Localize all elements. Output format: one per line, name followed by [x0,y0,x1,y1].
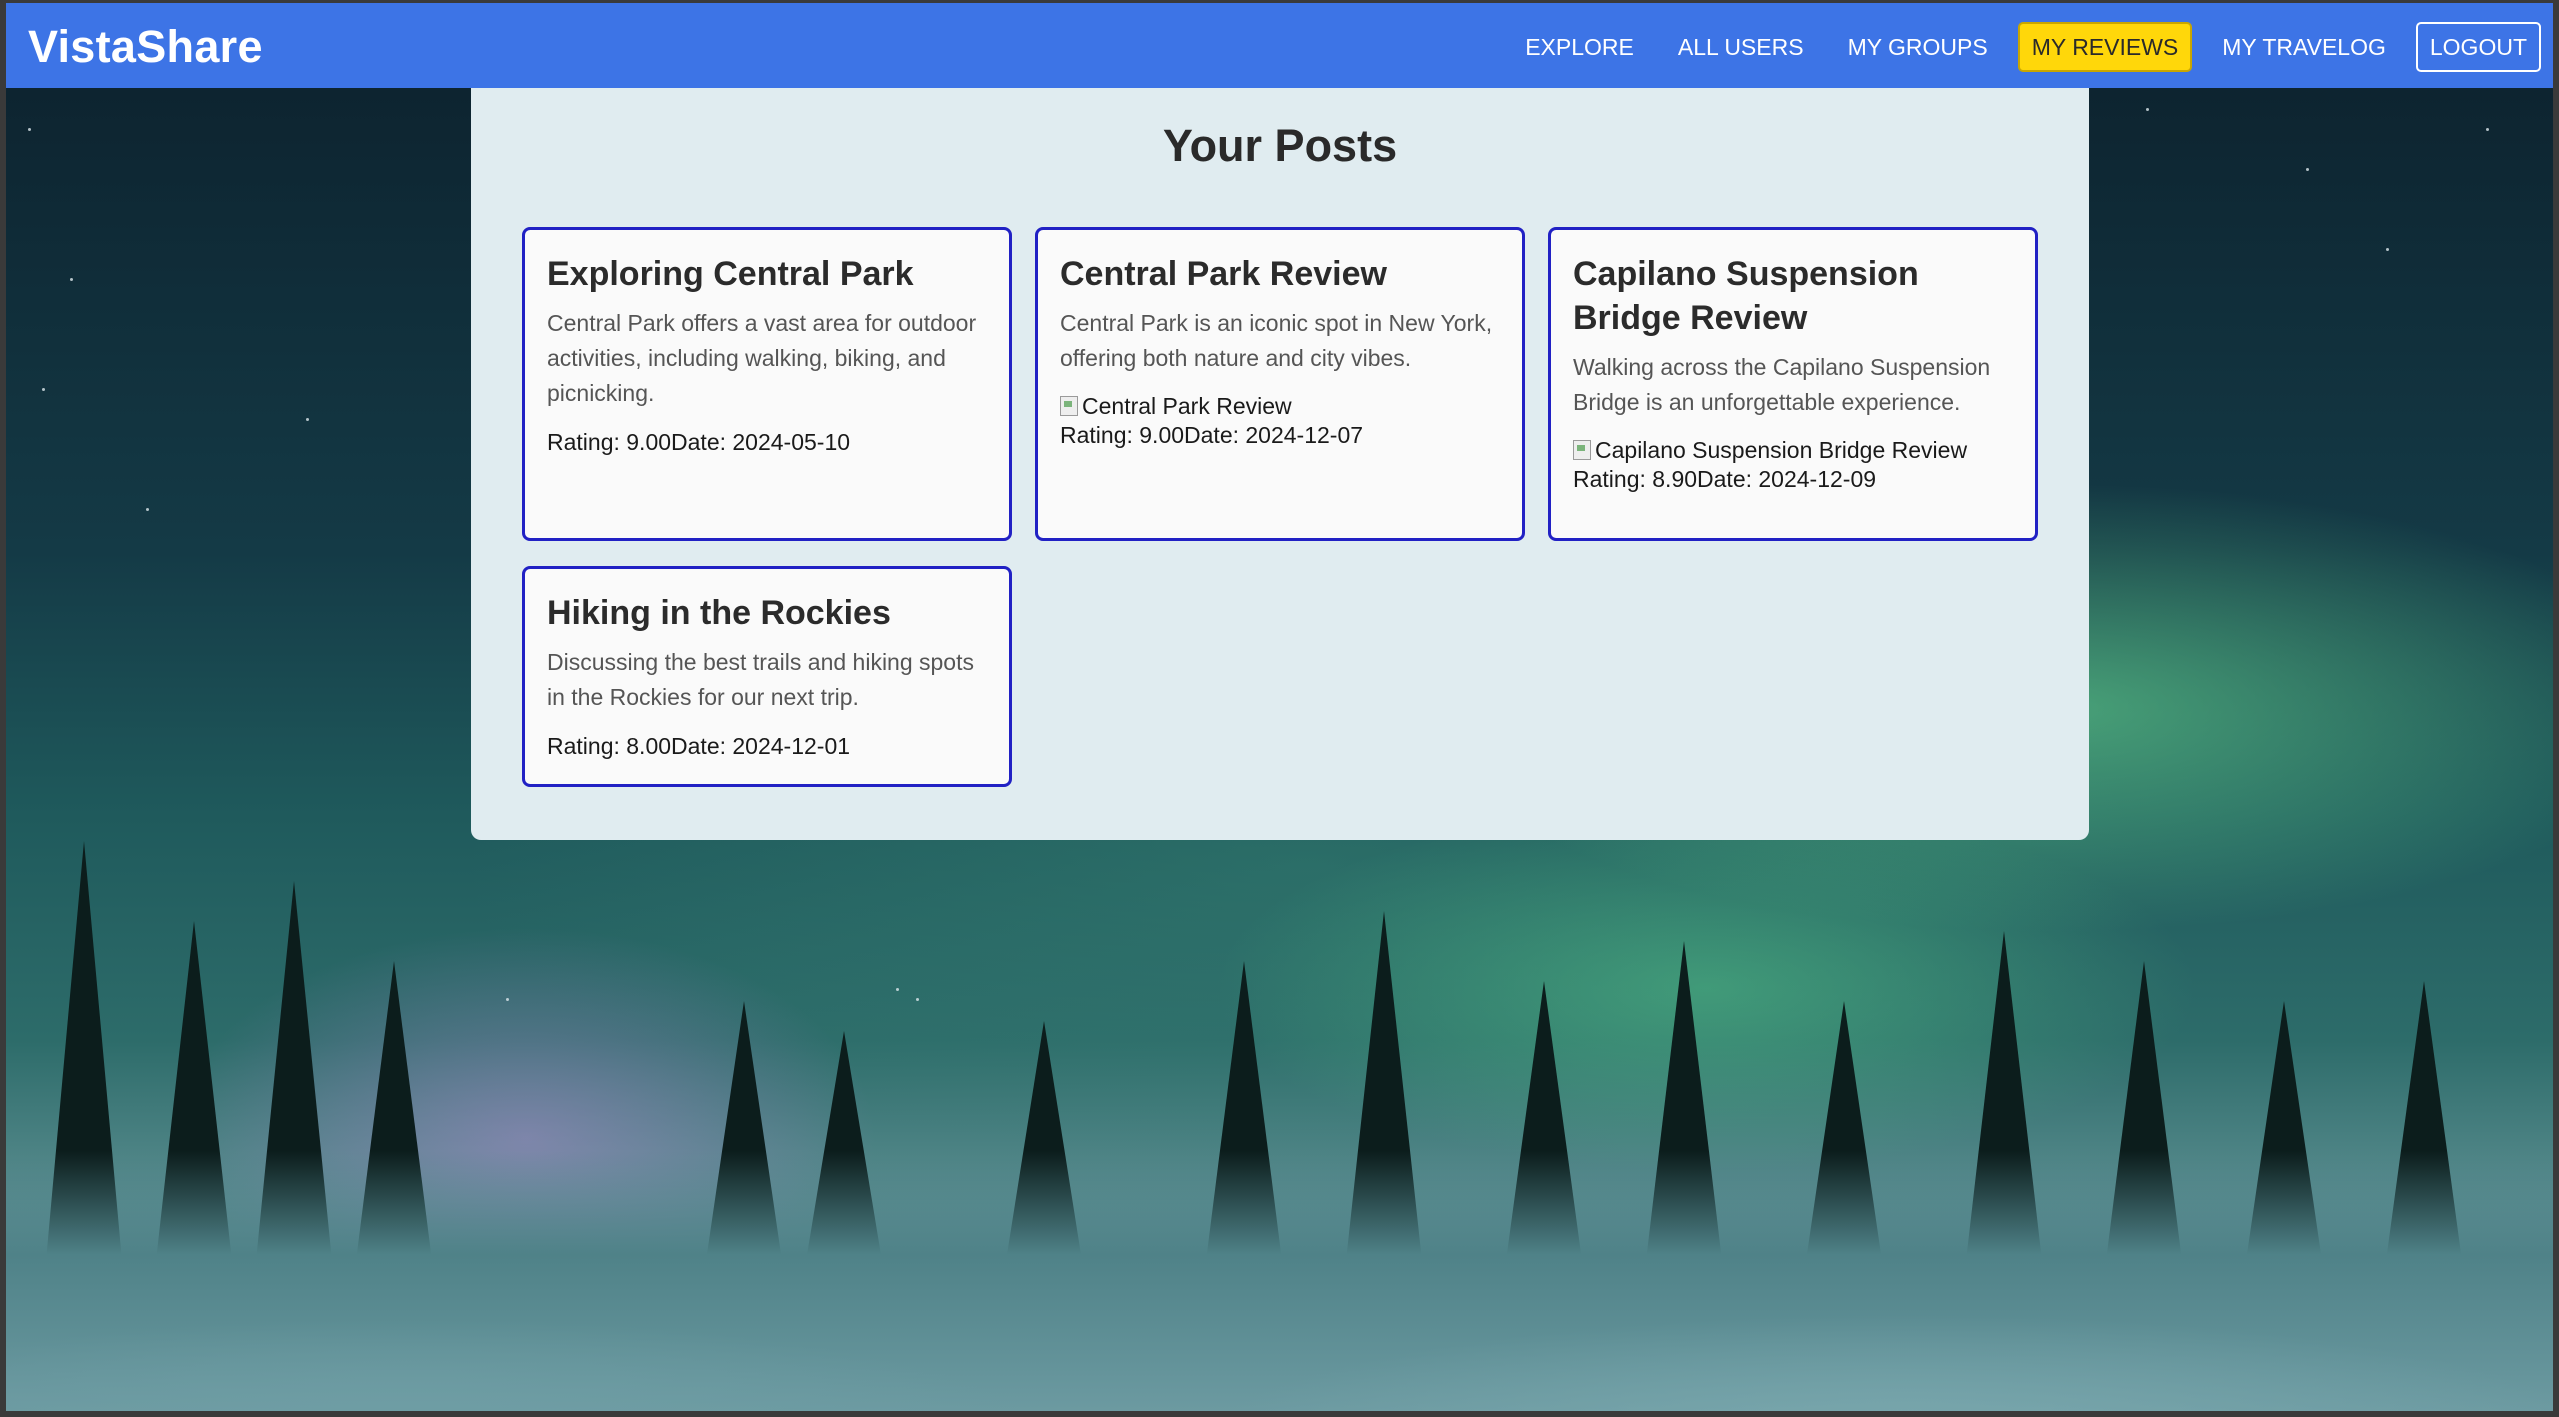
nav-all-users[interactable]: ALL USERS [1664,22,1818,72]
post-title: Central Park Review [1060,255,1387,293]
post-image: Central Park Review [1060,392,1500,420]
nav-my-groups[interactable]: MY GROUPS [1834,22,2002,72]
post-title: Capilano Suspension Bridge Review [1573,255,1919,337]
post-card[interactable]: Exploring Central Park Central Park offe… [522,227,1012,541]
post-meta: Rating: 8.00Date: 2024-12-01 [547,731,987,761]
app-window: VistaShare EXPLORE ALL USERS MY GROUPS M… [0,0,2559,1417]
post-meta: Rating: 8.90Date: 2024-12-09 [1573,464,2013,494]
post-meta: Rating: 9.00Date: 2024-05-10 [547,427,987,457]
post-title: Exploring Central Park [547,255,914,293]
post-image-alt: Central Park Review [1082,393,1292,419]
post-date: Date: 2024-05-10 [671,429,851,455]
post-rating: Rating: 8.90 [1573,466,1698,492]
post-meta: Rating: 9.00Date: 2024-12-07 [1060,420,1500,450]
post-description: Discussing the best trails and hiking sp… [547,649,974,710]
post-image: Capilano Suspension Bridge Review [1573,436,2013,464]
post-title: Hiking in the Rockies [547,594,891,632]
snow-ground [6,1151,2553,1411]
post-rating: Rating: 9.00 [547,429,672,455]
logout-button[interactable]: LOGOUT [2415,22,2541,72]
nav-explore[interactable]: EXPLORE [1511,22,1648,72]
post-image-alt: Capilano Suspension Bridge Review [1595,437,1968,463]
post-rating: Rating: 9.00 [1060,422,1185,448]
top-navbar: VistaShare EXPLORE ALL USERS MY GROUPS M… [6,3,2553,88]
post-card[interactable]: Capilano Suspension Bridge Review Walkin… [1548,227,2038,541]
broken-image-icon [1060,396,1078,416]
post-description: Central Park is an iconic spot in New Yo… [1060,310,1493,371]
post-card[interactable]: Central Park Review Central Park is an i… [1035,227,1525,541]
broken-image-icon [1573,440,1591,460]
post-date: Date: 2024-12-09 [1697,466,1877,492]
post-card[interactable]: Hiking in the Rockies Discussing the bes… [522,566,1012,787]
post-description: Walking across the Capilano Suspension B… [1573,354,1991,415]
nav-my-travelog[interactable]: MY TRAVELOG [2208,22,2400,72]
brand-logo[interactable]: VistaShare [28,21,263,73]
posts-panel: Your Posts Exploring Central Park Centra… [471,88,2089,840]
post-date: Date: 2024-12-07 [1184,422,1364,448]
post-date: Date: 2024-12-01 [671,733,851,759]
post-description: Central Park offers a vast area for outd… [547,310,977,406]
nav-my-reviews[interactable]: MY REVIEWS [2017,22,2193,72]
page-title: Your Posts [1162,120,1398,171]
post-rating: Rating: 8.00 [547,733,672,759]
nav-links: EXPLORE ALL USERS MY GROUPS MY REVIEWS M… [1511,22,2541,72]
